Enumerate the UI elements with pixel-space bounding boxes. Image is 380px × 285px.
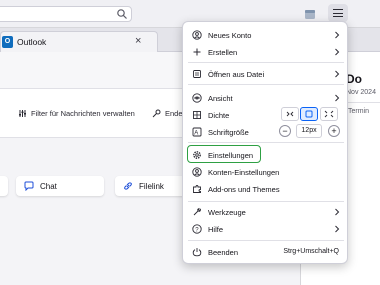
font-size-decrease-button[interactable]: − bbox=[279, 125, 291, 137]
chevron-right-icon bbox=[335, 70, 340, 78]
density-touch-button[interactable] bbox=[320, 107, 338, 121]
font-size-increase-button[interactable]: + bbox=[328, 125, 340, 137]
account-icon bbox=[192, 30, 202, 40]
menu-item-account-settings[interactable]: Konten-Einstellungen bbox=[188, 164, 344, 180]
file-icon bbox=[193, 70, 201, 78]
calendar-status-icon[interactable] bbox=[303, 7, 317, 21]
chevron-right-icon bbox=[335, 225, 340, 233]
search-input[interactable] bbox=[0, 6, 132, 22]
menu-separator bbox=[188, 62, 344, 63]
outlook-icon: O bbox=[2, 36, 13, 48]
end-to-end-action[interactable]: Ende- bbox=[152, 109, 185, 118]
chevron-right-icon bbox=[335, 208, 340, 216]
help-icon: ? bbox=[192, 224, 202, 234]
app-menu-popup: Neues Konto Erstellen Öffnen aus Datei A… bbox=[182, 21, 348, 264]
menu-separator bbox=[188, 142, 344, 143]
menu-item-open-file[interactable]: Öffnen aus Datei bbox=[188, 66, 344, 82]
density-compact-icon bbox=[286, 111, 294, 117]
search-icon bbox=[117, 9, 127, 19]
today-date: Nov 2024 bbox=[346, 89, 376, 96]
eye-icon bbox=[192, 93, 202, 103]
filter-label: Filter für Nachrichten verwalten bbox=[31, 109, 135, 118]
key-icon bbox=[152, 109, 161, 118]
density-compact-button[interactable] bbox=[281, 107, 299, 121]
hamburger-icon bbox=[333, 9, 343, 11]
menu-item-create[interactable]: Erstellen bbox=[188, 44, 344, 60]
menu-item-new-account[interactable]: Neues Konto bbox=[188, 27, 344, 43]
app-menu-button[interactable] bbox=[328, 4, 348, 22]
filter-action[interactable]: Filter für Nachrichten verwalten bbox=[18, 109, 135, 118]
link-icon bbox=[124, 182, 132, 190]
card-filelink-label: Filelink bbox=[139, 181, 164, 191]
menu-item-quit[interactable]: Beenden Strg+Umschalt+Q bbox=[188, 244, 344, 260]
svg-text:A: A bbox=[194, 131, 198, 137]
sliders-icon bbox=[19, 110, 26, 117]
wrench-icon bbox=[193, 207, 201, 216]
card-partial[interactable] bbox=[0, 176, 8, 196]
plus-icon bbox=[193, 48, 201, 56]
card-chat-label: Chat bbox=[40, 181, 57, 191]
menu-separator bbox=[188, 240, 344, 241]
font-size-icon: A bbox=[192, 127, 202, 137]
menu-item-tools[interactable]: Werkzeuge bbox=[188, 204, 344, 220]
today-day: Do bbox=[346, 72, 362, 86]
tab-outlook[interactable]: O Outlook × bbox=[0, 31, 158, 52]
account-settings-icon bbox=[192, 167, 202, 177]
menu-item-view[interactable]: Ansicht bbox=[188, 90, 344, 106]
new-appointment-link[interactable]: Termin bbox=[348, 108, 369, 115]
tab-label: Outlook bbox=[17, 37, 47, 47]
settings-highlight bbox=[187, 145, 261, 163]
card-chat[interactable]: Chat bbox=[16, 176, 104, 196]
density-icon bbox=[193, 111, 201, 119]
menu-item-addons-themes[interactable]: Add-ons und Themes bbox=[188, 181, 344, 197]
density-normal-icon bbox=[305, 110, 313, 118]
menu-item-help[interactable]: ? Hilfe bbox=[188, 221, 344, 237]
menu-separator bbox=[188, 201, 344, 202]
puzzle-icon bbox=[193, 185, 201, 193]
font-size-value: 12px bbox=[296, 124, 322, 138]
chat-icon bbox=[24, 181, 34, 191]
power-icon bbox=[192, 248, 202, 257]
density-normal-button[interactable] bbox=[300, 107, 318, 121]
close-icon[interactable]: × bbox=[135, 35, 141, 47]
chevron-right-icon bbox=[335, 31, 340, 39]
quit-shortcut: Strg+Umschalt+Q bbox=[283, 248, 339, 255]
chevron-right-icon bbox=[335, 94, 340, 102]
chevron-right-icon bbox=[335, 48, 340, 56]
menu-separator bbox=[188, 84, 344, 85]
density-touch-icon bbox=[324, 110, 334, 118]
